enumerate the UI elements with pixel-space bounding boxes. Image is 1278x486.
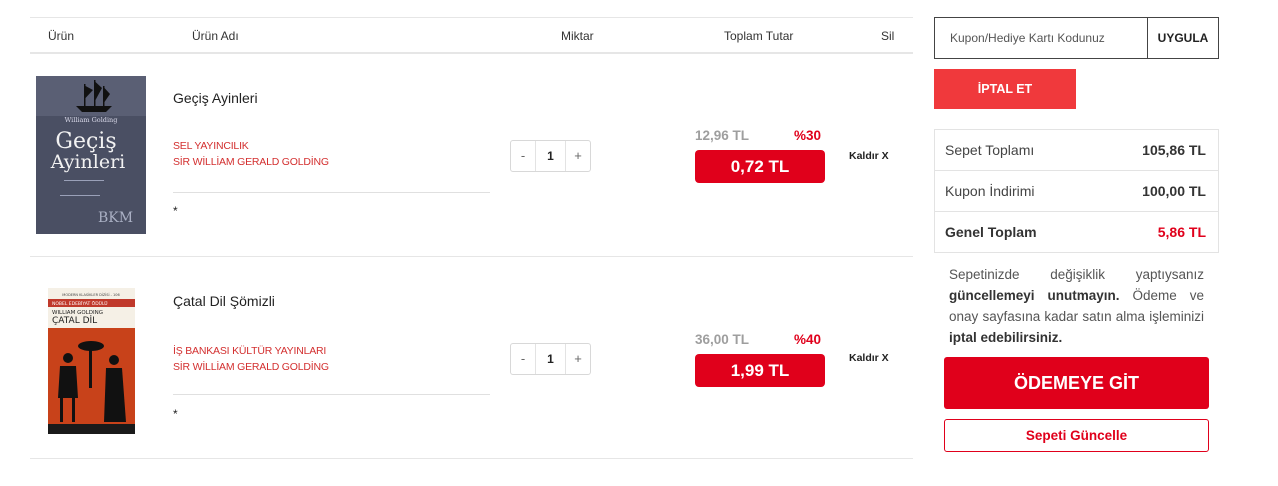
svg-text:NOBEL EDEBİYAT ÖDÜLÜ: NOBEL EDEBİYAT ÖDÜLÜ (52, 300, 108, 307)
notice-emphasis: güncellemeyi unutmayın. (949, 288, 1120, 303)
remove-item-button[interactable]: Kaldır X (849, 352, 889, 364)
coupon-discount-row: Kupon İndirimi 100,00 TL (935, 171, 1218, 212)
product-extra: * (173, 204, 178, 218)
subtotal-value: 105,86 TL (1142, 142, 1206, 158)
publisher-link[interactable]: İŞ BANKASI KÜLTÜR YAYINLARI (173, 343, 329, 359)
author-link[interactable]: SİR WİLLİAM GERALD GOLDİNG (173, 359, 329, 375)
discount-percent: %40 (794, 332, 822, 347)
quantity-increase-button[interactable]: + (566, 141, 590, 171)
quantity-decrease-button[interactable]: - (511, 344, 535, 374)
product-meta: SEL YAYINCILIK SİR WİLLİAM GERALD GOLDİN… (173, 138, 329, 170)
product-meta: İŞ BANKASI KÜLTÜR YAYINLARI SİR WİLLİAM … (173, 343, 329, 375)
notice-text: Sepetinizde değişiklik yaptıysanız (949, 267, 1204, 282)
update-notice: Sepetinizde değişiklik yaptıysanız günce… (949, 264, 1204, 348)
divider (173, 192, 490, 193)
remove-item-button[interactable]: Kaldır X (849, 150, 889, 162)
price-badge: 1,99 TL (695, 354, 825, 387)
book-cover-image[interactable]: William Golding Geçiş Ayinleri BKM (36, 76, 146, 234)
publisher-link[interactable]: SEL YAYINCILIK (173, 138, 329, 154)
header-product: Ürün (48, 29, 75, 43)
grand-total-row: Genel Toplam 5,86 TL (935, 212, 1218, 252)
grand-total-label: Genel Toplam (945, 224, 1037, 240)
product-title[interactable]: Geçiş Ayinleri (173, 90, 258, 106)
subtotal-row: Sepet Toplamı 105,86 TL (935, 130, 1218, 171)
product-extra: * (173, 407, 178, 421)
quantity-increase-button[interactable]: + (566, 344, 590, 374)
coupon-input[interactable] (935, 18, 1147, 58)
product-title[interactable]: Çatal Dil Şömizli (173, 293, 275, 309)
quantity-value[interactable]: 1 (535, 344, 566, 374)
quantity-value[interactable]: 1 (535, 141, 566, 171)
checkout-button[interactable]: ÖDEMEYE GİT (944, 357, 1209, 409)
update-cart-button[interactable]: Sepeti Güncelle (944, 419, 1209, 452)
grand-total-value: 5,86 TL (1157, 224, 1206, 240)
book-cover-image[interactable]: MODERN KLASİKLER DİZİSİ - 106 NOBEL EDEB… (48, 288, 135, 434)
cart-row: William Golding Geçiş Ayinleri BKM Geçiş… (30, 54, 913, 257)
header-total: Toplam Tutar (724, 29, 794, 43)
cart-row: MODERN KLASİKLER DİZİSİ - 106 NOBEL EDEB… (30, 257, 913, 459)
price-badge: 0,72 TL (695, 150, 825, 183)
svg-text:MODERN KLASİKLER DİZİSİ - 106: MODERN KLASİKLER DİZİSİ - 106 (62, 292, 119, 297)
coupon-discount-label: Kupon İndirimi (945, 183, 1035, 199)
divider (173, 394, 490, 395)
svg-text:Ayinleri: Ayinleri (50, 151, 125, 173)
svg-text:ÇATAL DİL: ÇATAL DİL (52, 315, 97, 326)
cart-table: Ürün Ürün Adı Miktar Toplam Tutar Sil Wi… (30, 17, 913, 459)
quantity-stepper: - 1 + (510, 140, 591, 172)
quantity-stepper: - 1 + (510, 343, 591, 375)
header-delete: Sil (881, 29, 895, 43)
notice-emphasis: iptal edebilirsiniz. (949, 330, 1063, 345)
cancel-button[interactable]: İPTAL ET (934, 69, 1076, 109)
discount-percent: %30 (794, 128, 822, 143)
header-product-name: Ürün Adı (192, 29, 239, 43)
coupon-discount-value: 100,00 TL (1142, 183, 1206, 199)
author-link[interactable]: SİR WİLLİAM GERALD GOLDİNG (173, 154, 329, 170)
coupon-form: UYGULA (934, 17, 1219, 59)
header-quantity: Miktar (561, 29, 594, 43)
old-price: 36,00 TL (695, 332, 750, 347)
subtotal-label: Sepet Toplamı (945, 142, 1035, 158)
cart-table-header: Ürün Ürün Adı Miktar Toplam Tutar Sil (30, 17, 913, 54)
svg-text:William Golding: William Golding (65, 116, 118, 124)
old-price: 12,96 TL (695, 128, 750, 143)
svg-text:BKM: BKM (98, 210, 133, 226)
quantity-decrease-button[interactable]: - (511, 141, 535, 171)
order-summary: Sepet Toplamı 105,86 TL Kupon İndirimi 1… (934, 129, 1219, 253)
apply-coupon-button[interactable]: UYGULA (1147, 18, 1218, 58)
